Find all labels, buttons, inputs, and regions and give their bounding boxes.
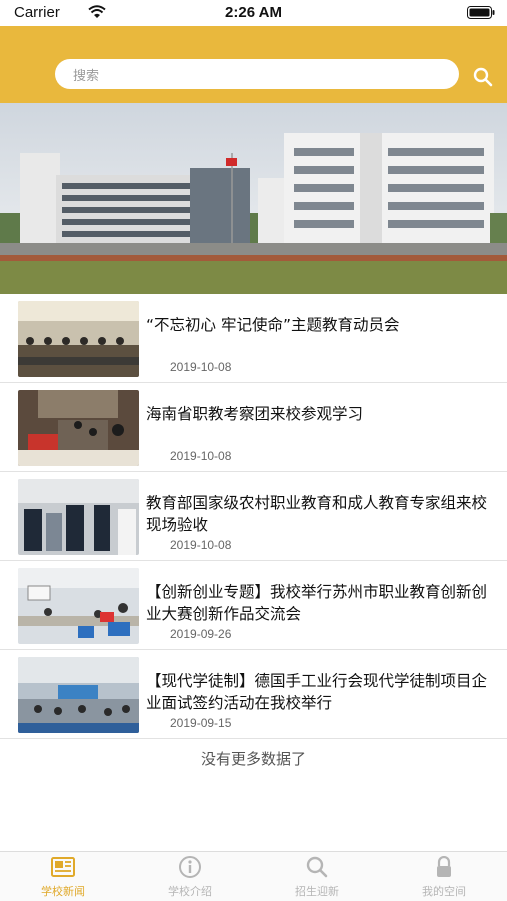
news-title: 【现代学徒制】德国手工业行会现代学徒制项目企业面试签约活动在我校举行 xyxy=(146,672,488,712)
news-thumbnail xyxy=(18,479,139,555)
tab-enrollment[interactable]: 招生迎新 xyxy=(254,852,380,901)
search-icon[interactable] xyxy=(472,66,494,88)
search-placeholder: 搜索 xyxy=(73,69,100,84)
news-item[interactable]: 教育部国家级农村职业教育和成人教育专家组来校现场验收 2019-10-08 xyxy=(0,472,507,561)
news-item[interactable]: 海南省职教考察团来校参观学习 2019-10-08 xyxy=(0,383,507,472)
search-input[interactable]: 搜索 xyxy=(55,59,459,89)
tab-school-intro[interactable]: 学校介绍 xyxy=(127,852,253,901)
news-date: 2019-09-26 xyxy=(170,627,232,641)
news-thumbnail xyxy=(18,657,139,733)
news-title: 教育部国家级农村职业教育和成人教育专家组来校现场验收 xyxy=(146,494,488,534)
tab-label: 我的空间 xyxy=(422,885,466,898)
news-thumbnail xyxy=(18,568,139,644)
news-date: 2019-10-08 xyxy=(170,449,232,463)
news-item[interactable]: “不忘初心 牢记使命”主题教育动员会 2019-10-08 xyxy=(0,294,507,383)
news-item[interactable]: 【现代学徒制】德国手工业行会现代学徒制项目企业面试签约活动在我校举行 2019-… xyxy=(0,650,507,739)
news-thumbnail xyxy=(18,390,139,466)
news-date: 2019-09-15 xyxy=(170,716,232,730)
news-date: 2019-10-08 xyxy=(170,538,232,552)
campus-photo xyxy=(0,103,507,294)
tab-bar: 学校新闻 学校介绍 招生迎新 我的空间 xyxy=(0,851,507,901)
news-title: 【创新创业专题】我校举行苏州市职业教育创新创业大赛创新作品交流会 xyxy=(146,583,488,623)
info-icon xyxy=(179,856,201,878)
news-list: “不忘初心 牢记使命”主题教育动员会 2019-10-08 海南省职教考察团来校… xyxy=(0,294,507,739)
search-icon xyxy=(306,856,328,878)
news-item[interactable]: 【创新创业专题】我校举行苏州市职业教育创新创业大赛创新作品交流会 2019-09… xyxy=(0,561,507,650)
battery-icon xyxy=(467,6,495,19)
tab-label: 学校介绍 xyxy=(168,885,212,898)
news-title: “不忘初心 牢记使命”主题教育动员会 xyxy=(146,316,400,334)
status-time: 2:26 AM xyxy=(225,4,282,21)
news-date: 2019-10-08 xyxy=(170,360,232,374)
header-bar: 搜索 xyxy=(0,26,507,103)
newspaper-icon xyxy=(51,857,75,877)
tab-school-news[interactable]: 学校新闻 xyxy=(0,852,126,901)
news-title: 海南省职教考察团来校参观学习 xyxy=(146,405,364,423)
no-more-data-label: 没有更多数据了 xyxy=(200,750,306,768)
campus-banner[interactable] xyxy=(0,103,507,294)
tab-my-space[interactable]: 我的空间 xyxy=(381,852,507,901)
tab-label: 学校新闻 xyxy=(41,885,85,898)
lock-icon xyxy=(437,856,451,877)
news-thumbnail xyxy=(18,301,139,377)
tab-label: 招生迎新 xyxy=(295,885,339,898)
status-bar: Carrier 2:26 AM xyxy=(0,0,507,26)
